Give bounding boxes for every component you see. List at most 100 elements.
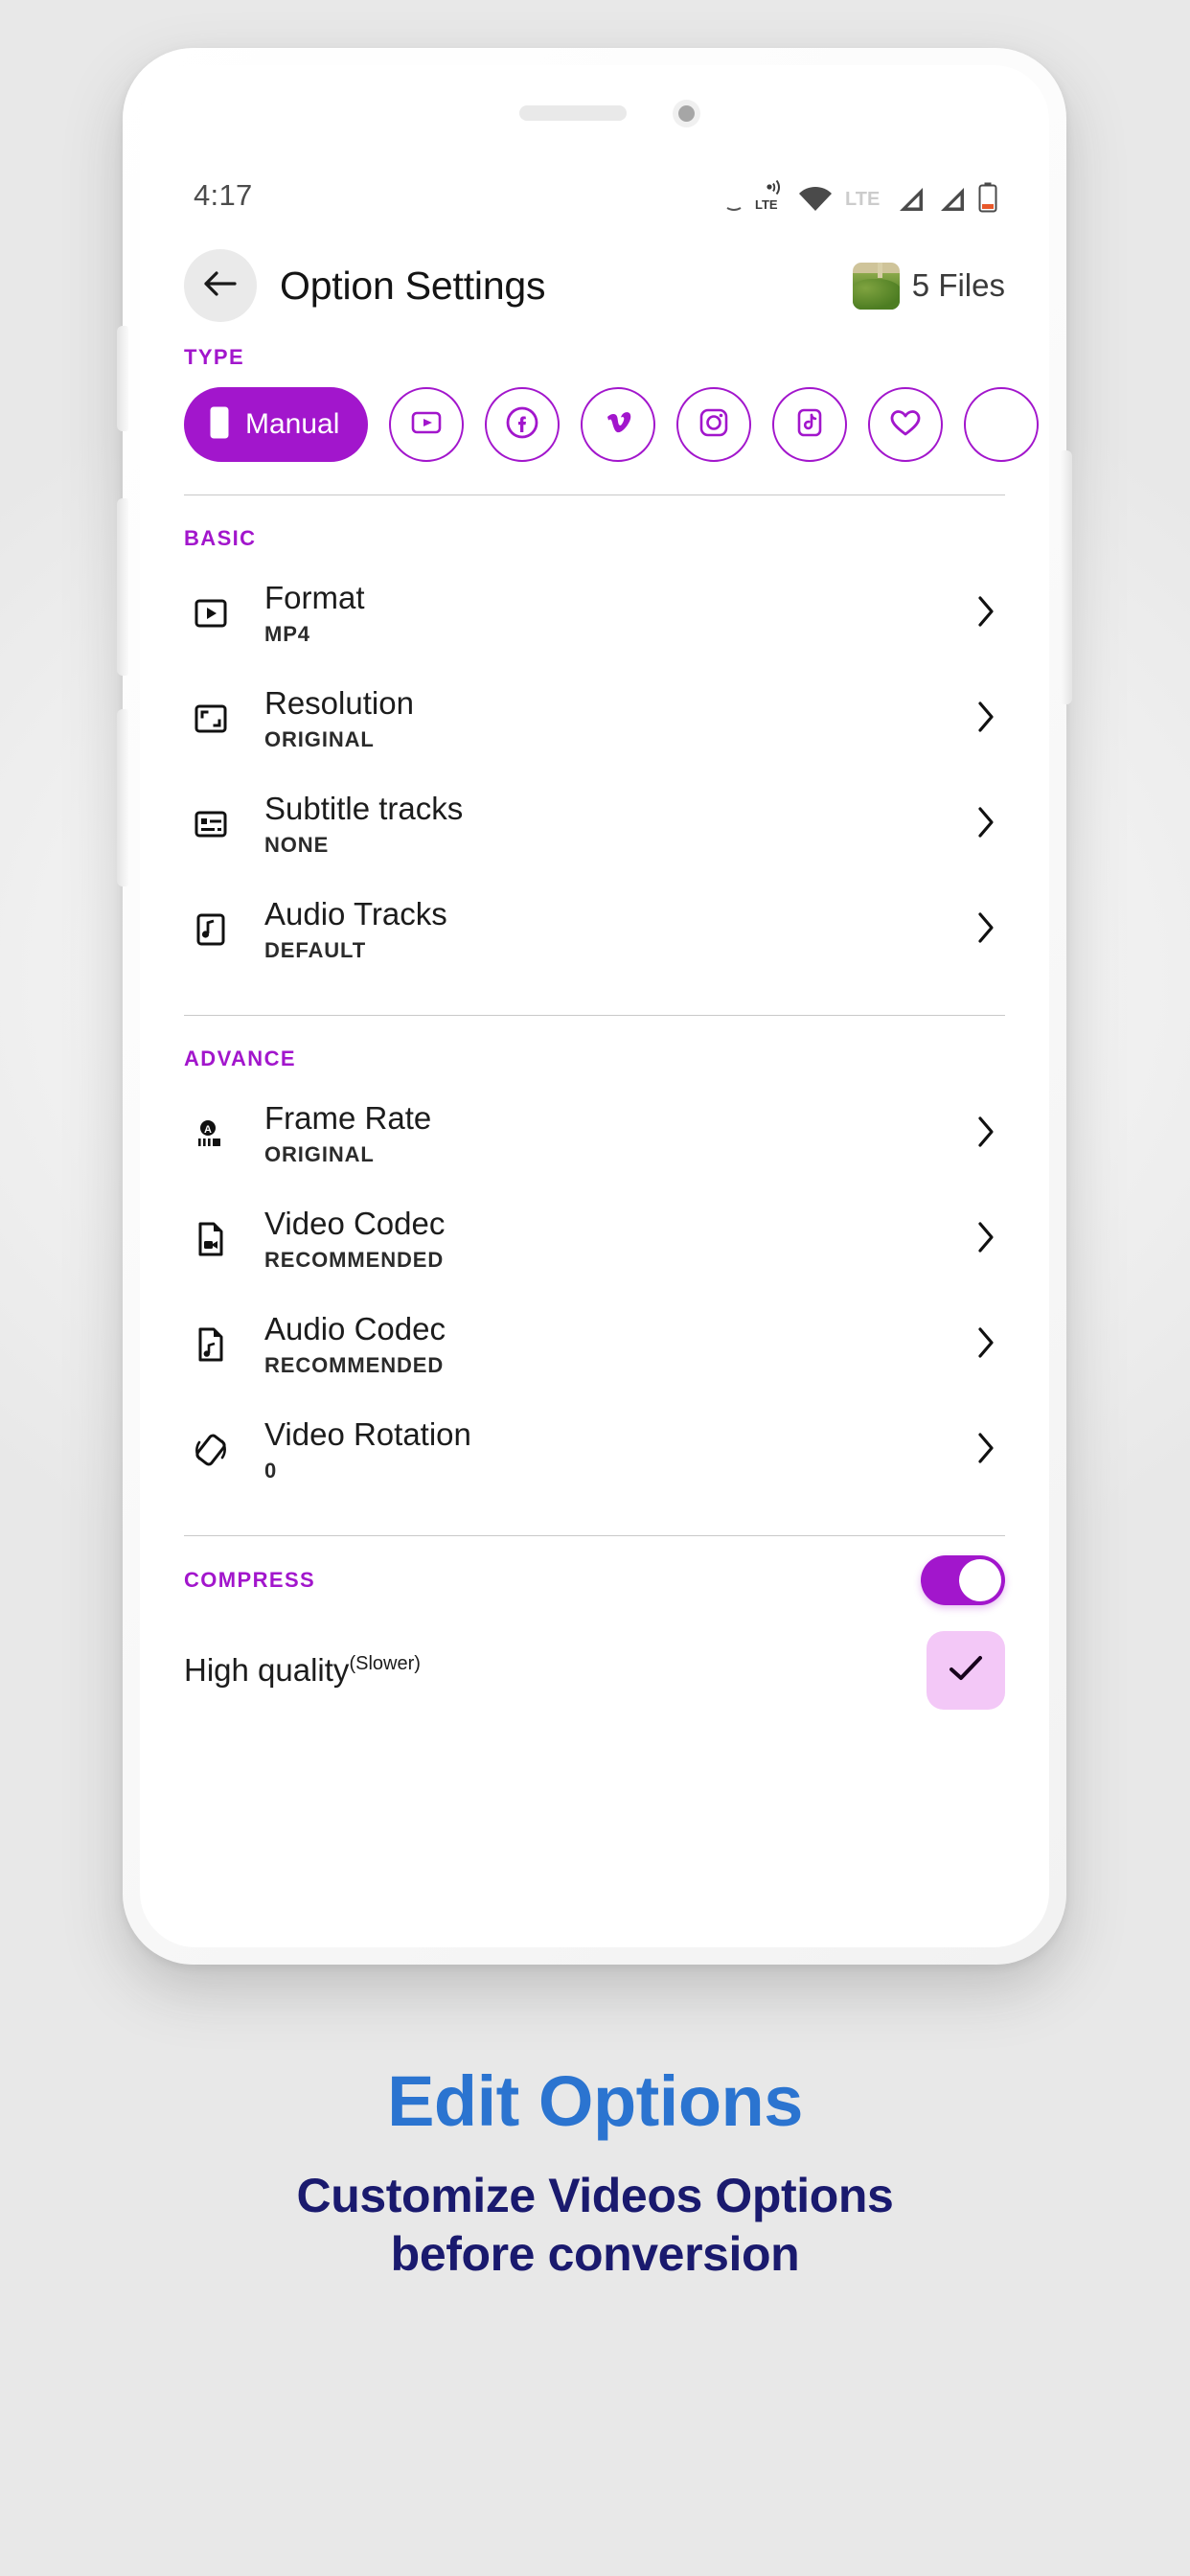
phone-frame: 4:17 LTE LTE Option Settings 5 Files TYP… — [117, 48, 1072, 1965]
settings-row-subtitle-tracks[interactable]: Subtitle tracks NONE — [184, 771, 1005, 877]
chevron-right-icon — [976, 1221, 1005, 1258]
lte-data-icon: LTE — [755, 180, 786, 213]
advance-section: ADVANCE A Frame Rate ORIGINAL Video Code… — [140, 1046, 1049, 1503]
facebook-icon — [503, 403, 541, 447]
check-icon — [944, 1651, 988, 1690]
back-arrow-icon — [202, 269, 239, 303]
settings-row-frame-rate[interactable]: A Frame Rate ORIGINAL — [184, 1081, 1005, 1186]
settings-row-text: Resolution ORIGINAL — [264, 685, 976, 752]
row-value: 0 — [264, 1459, 278, 1484]
type-chip-tiktok[interactable] — [772, 387, 848, 462]
svg-text:A: A — [204, 1124, 212, 1136]
youtube-icon — [408, 404, 445, 446]
settings-row-text: Subtitle tracks NONE — [264, 791, 976, 858]
high-quality-checkbox[interactable] — [927, 1631, 1005, 1710]
divider-type — [184, 494, 1005, 495]
svg-text:LTE: LTE — [755, 197, 778, 212]
page-title: Option Settings — [280, 263, 546, 308]
settings-row-text: Frame Rate ORIGINAL — [264, 1100, 976, 1167]
compress-toggle[interactable] — [921, 1555, 1005, 1605]
settings-row-format[interactable]: Format MP4 — [184, 561, 1005, 666]
silent-switch-button[interactable] — [117, 326, 128, 431]
volume-down-button[interactable] — [117, 709, 128, 886]
high-quality-note: (Slower) — [349, 1653, 421, 1674]
promo-subtitle-line2: before conversion — [390, 2227, 800, 2281]
file-count-label: 5 Files — [911, 267, 1005, 303]
settings-row-text: Audio Tracks DEFAULT — [264, 896, 976, 963]
advance-section-label: ADVANCE — [184, 1046, 296, 1070]
status-time: 4:17 — [194, 178, 253, 212]
type-chip-more[interactable] — [964, 387, 1040, 462]
type-chip-list[interactable]: Manual — [184, 387, 1049, 462]
high-quality-row[interactable]: High quality(Slower) — [184, 1624, 1005, 1716]
front-camera-icon — [673, 100, 700, 127]
compress-section: COMPRESS High quality(Slower) — [140, 1536, 1049, 1716]
chevron-right-icon — [976, 911, 1005, 949]
power-button[interactable] — [1061, 450, 1072, 704]
settings-scroll-area[interactable]: TYPE Manual BASIC Format MP4 Resolution … — [140, 345, 1049, 1947]
phone-screen: 4:17 LTE LTE Option Settings 5 Files TYP… — [140, 65, 1049, 1947]
format-play-icon — [184, 593, 238, 633]
chevron-right-icon — [976, 701, 1005, 738]
signal-bars-icon — [896, 186, 925, 213]
row-value: NONE — [264, 833, 330, 858]
type-chip-manual-label: Manual — [245, 408, 340, 440]
row-value: ORIGINAL — [264, 727, 375, 752]
promo-subtitle-line1: Customize Videos Options — [296, 2169, 894, 2222]
heart-icon — [886, 404, 925, 446]
chevron-right-icon — [976, 1326, 1005, 1364]
row-value: DEFAULT — [264, 938, 367, 963]
status-bar: 4:17 LTE LTE — [140, 171, 1049, 220]
speaker-grille — [519, 105, 627, 121]
chevron-right-icon — [976, 1432, 1005, 1469]
phone-icon — [209, 405, 230, 445]
chevron-right-icon — [976, 806, 1005, 843]
basic-section: BASIC Format MP4 Resolution ORIGINAL Sub… — [140, 526, 1049, 982]
compress-section-label: COMPRESS — [184, 1568, 316, 1592]
row-title: Video Codec — [264, 1205, 446, 1241]
settings-row-text: Video Codec RECOMMENDED — [264, 1206, 976, 1273]
back-button[interactable] — [184, 249, 257, 322]
video-codec-icon — [184, 1219, 238, 1259]
battery-icon — [978, 182, 997, 213]
volume-up-button[interactable] — [117, 498, 128, 676]
type-chip-youtube[interactable] — [389, 387, 465, 462]
status-icons: LTE LTE — [725, 178, 997, 213]
subtitle-icon — [184, 804, 238, 844]
promo-block: Edit Options Customize Videos Options be… — [0, 2060, 1190, 2284]
app-header: Option Settings 5 Files — [140, 234, 1049, 337]
type-chip-instagram[interactable] — [676, 387, 752, 462]
chevron-right-icon — [976, 595, 1005, 632]
compress-header: COMPRESS — [184, 1536, 1005, 1624]
wifi-icon — [798, 186, 833, 213]
settings-row-text: Audio Codec RECOMMENDED — [264, 1311, 976, 1378]
divider-basic — [184, 1015, 1005, 1016]
type-section-label: TYPE — [184, 345, 245, 369]
promo-title: Edit Options — [387, 2061, 803, 2141]
type-chip-manual[interactable]: Manual — [184, 387, 369, 462]
row-title: Audio Codec — [264, 1310, 446, 1346]
type-chip-facebook[interactable] — [485, 387, 561, 462]
audio-codec-icon — [184, 1324, 238, 1365]
row-title: Video Rotation — [264, 1415, 471, 1452]
row-value: RECOMMENDED — [264, 1248, 445, 1273]
high-quality-text: High quality — [184, 1652, 350, 1688]
settings-row-audio-tracks[interactable]: Audio Tracks DEFAULT — [184, 877, 1005, 982]
svg-text:LTE: LTE — [845, 189, 880, 210]
settings-row-audio-codec[interactable]: Audio Codec RECOMMENDED — [184, 1292, 1005, 1397]
video-thumbnail[interactable] — [852, 262, 900, 310]
file-count-group[interactable]: 5 Files — [852, 262, 1005, 310]
tiktok-icon — [791, 404, 828, 446]
video-rotation-icon — [184, 1429, 238, 1471]
settings-row-video-codec[interactable]: Video Codec RECOMMENDED — [184, 1186, 1005, 1292]
settings-row-resolution[interactable]: Resolution ORIGINAL — [184, 666, 1005, 771]
signal-bars-2-icon — [937, 186, 966, 213]
row-title: Subtitle tracks — [264, 790, 464, 826]
audio-track-icon — [184, 909, 238, 950]
frame-rate-icon: A — [184, 1114, 238, 1154]
settings-row-video-rotation[interactable]: Video Rotation 0 — [184, 1397, 1005, 1503]
type-chip-vimeo[interactable] — [581, 387, 656, 462]
dash-icon — [725, 201, 743, 213]
row-value: MP4 — [264, 622, 310, 647]
type-chip-favorite[interactable] — [868, 387, 944, 462]
